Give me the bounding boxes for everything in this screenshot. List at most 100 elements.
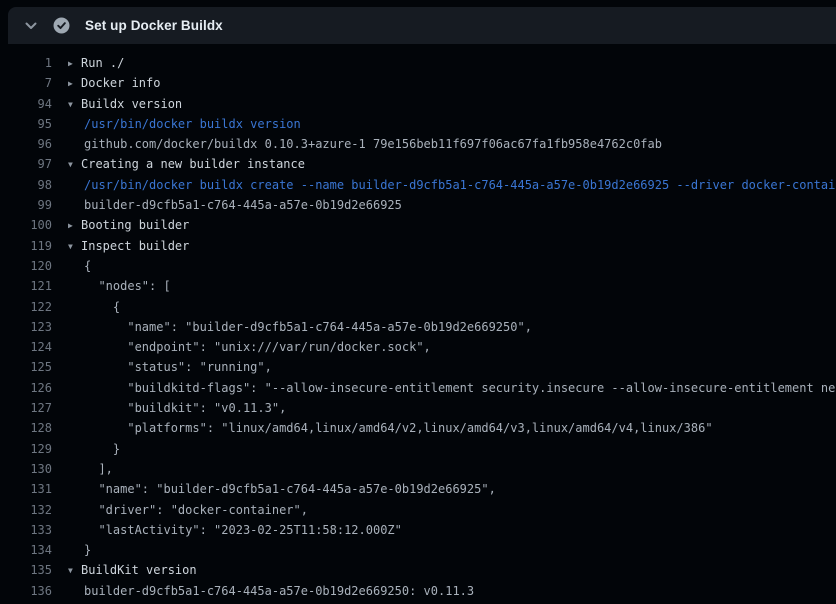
log-line: 1 ▶Run ./ [0, 53, 836, 73]
group-title[interactable]: Docker info [81, 76, 160, 90]
log-line: 129 } [0, 439, 836, 459]
log-line: 120 { [0, 256, 836, 276]
line-content: builder-d9cfb5a1-c764-445a-a57e-0b19d2e6… [68, 195, 402, 215]
log-text: { [84, 259, 91, 273]
log-line: 127 "buildkit": "v0.11.3", [0, 398, 836, 418]
log-text: github.com/docker/buildx 0.10.3+azure-1 … [84, 137, 662, 151]
triangle-down-icon[interactable]: ▼ [68, 155, 81, 174]
group-title[interactable]: Creating a new builder instance [81, 157, 305, 171]
line-number[interactable]: 134 [0, 540, 52, 560]
triangle-down-icon[interactable]: ▼ [68, 95, 81, 114]
log-line: 99 builder-d9cfb5a1-c764-445a-a57e-0b19d… [0, 195, 836, 215]
line-number[interactable]: 127 [0, 398, 52, 418]
line-number[interactable]: 125 [0, 357, 52, 377]
command-text: /usr/bin/docker buildx create --name bui… [84, 178, 836, 192]
line-number[interactable]: 135 [0, 560, 52, 580]
group-title[interactable]: Buildx version [81, 97, 182, 111]
line-number[interactable]: 123 [0, 317, 52, 337]
log-text: "buildkitd-flags": "--allow-insecure-ent… [84, 381, 836, 395]
line-content[interactable]: ▶Booting builder [68, 215, 189, 235]
group-title[interactable]: BuildKit version [81, 563, 197, 577]
group-title[interactable]: Inspect builder [81, 239, 189, 253]
line-number[interactable]: 132 [0, 500, 52, 520]
log-line: 133 "lastActivity": "2023-02-25T11:58:12… [0, 520, 836, 540]
triangle-right-icon[interactable]: ▶ [68, 74, 81, 93]
step-header[interactable]: Set up Docker Buildx [8, 7, 836, 44]
line-content: "platforms": "linux/amd64,linux/amd64/v2… [68, 418, 713, 438]
log-text: { [84, 300, 120, 314]
line-number[interactable]: 131 [0, 479, 52, 499]
line-number[interactable]: 130 [0, 459, 52, 479]
log-line: 122 { [0, 297, 836, 317]
line-content[interactable]: ▶Docker info [68, 73, 160, 93]
log-text: builder-d9cfb5a1-c764-445a-a57e-0b19d2e6… [84, 584, 474, 598]
log-text: "endpoint": "unix:///var/run/docker.sock… [84, 340, 431, 354]
log-line: 95 /usr/bin/docker buildx version [0, 114, 836, 134]
line-content: "buildkit": "v0.11.3", [68, 398, 286, 418]
line-content: "status": "running", [68, 357, 272, 377]
line-content: "buildkitd-flags": "--allow-insecure-ent… [68, 378, 836, 398]
line-content: /usr/bin/docker buildx version [68, 114, 301, 134]
line-number[interactable]: 96 [0, 134, 52, 154]
line-content: "driver": "docker-container", [68, 500, 308, 520]
line-content: "nodes": [ [68, 276, 171, 296]
line-number[interactable]: 128 [0, 418, 52, 438]
line-content: builder-d9cfb5a1-c764-445a-a57e-0b19d2e6… [68, 581, 474, 601]
line-content[interactable]: ▼Creating a new builder instance [68, 154, 305, 174]
log-text: builder-d9cfb5a1-c764-445a-a57e-0b19d2e6… [84, 198, 402, 212]
triangle-right-icon[interactable]: ▶ [68, 216, 81, 235]
line-number[interactable]: 129 [0, 439, 52, 459]
command-text: /usr/bin/docker buildx version [84, 117, 301, 131]
log-line: 131 "name": "builder-d9cfb5a1-c764-445a-… [0, 479, 836, 499]
line-number[interactable]: 94 [0, 94, 52, 114]
line-content[interactable]: ▶Run ./ [68, 53, 124, 73]
line-number[interactable]: 119 [0, 236, 52, 256]
triangle-down-icon[interactable]: ▼ [68, 237, 81, 256]
line-number[interactable]: 121 [0, 276, 52, 296]
line-number[interactable]: 100 [0, 215, 52, 235]
line-content[interactable]: ▼BuildKit version [68, 560, 197, 580]
line-content: ], [68, 459, 113, 479]
line-number[interactable]: 7 [0, 73, 52, 93]
log-line: 128 "platforms": "linux/amd64,linux/amd6… [0, 418, 836, 438]
log-text: "buildkit": "v0.11.3", [84, 401, 286, 415]
line-number[interactable]: 98 [0, 175, 52, 195]
log-line: 100 ▶Booting builder [0, 215, 836, 235]
line-number[interactable]: 97 [0, 154, 52, 174]
group-title[interactable]: Booting builder [81, 218, 189, 232]
log-line: 7 ▶Docker info [0, 73, 836, 93]
triangle-down-icon[interactable]: ▼ [68, 561, 81, 580]
line-number[interactable]: 136 [0, 581, 52, 601]
line-number[interactable]: 122 [0, 297, 52, 317]
line-number[interactable]: 95 [0, 114, 52, 134]
log-line: 134 } [0, 540, 836, 560]
line-content: { [68, 256, 91, 276]
line-content: "name": "builder-d9cfb5a1-c764-445a-a57e… [68, 479, 496, 499]
line-content: } [68, 439, 120, 459]
line-number[interactable]: 1 [0, 53, 52, 73]
log-text: } [84, 442, 120, 456]
log-text: } [84, 543, 91, 557]
log-line: 121 "nodes": [ [0, 276, 836, 296]
log-line: 124 "endpoint": "unix:///var/run/docker.… [0, 337, 836, 357]
log-text: "driver": "docker-container", [84, 503, 308, 517]
log-line: 119 ▼Inspect builder [0, 236, 836, 256]
log-text: "lastActivity": "2023-02-25T11:58:12.000… [84, 523, 402, 537]
line-content: "name": "builder-d9cfb5a1-c764-445a-a57e… [68, 317, 532, 337]
line-number[interactable]: 133 [0, 520, 52, 540]
line-number[interactable]: 99 [0, 195, 52, 215]
line-content[interactable]: ▼Inspect builder [68, 236, 189, 256]
group-title[interactable]: Run ./ [81, 56, 124, 70]
log-line: 126 "buildkitd-flags": "--allow-insecure… [0, 378, 836, 398]
triangle-right-icon[interactable]: ▶ [68, 54, 81, 73]
log-line: 123 "name": "builder-d9cfb5a1-c764-445a-… [0, 317, 836, 337]
line-content: /usr/bin/docker buildx create --name bui… [68, 175, 836, 195]
chevron-down-icon[interactable] [24, 19, 38, 33]
log-line: 136 builder-d9cfb5a1-c764-445a-a57e-0b19… [0, 581, 836, 601]
line-content[interactable]: ▼Buildx version [68, 94, 182, 114]
log-text: "platforms": "linux/amd64,linux/amd64/v2… [84, 421, 713, 435]
line-number[interactable]: 124 [0, 337, 52, 357]
line-number[interactable]: 120 [0, 256, 52, 276]
log-line: 125 "status": "running", [0, 357, 836, 377]
line-number[interactable]: 126 [0, 378, 52, 398]
